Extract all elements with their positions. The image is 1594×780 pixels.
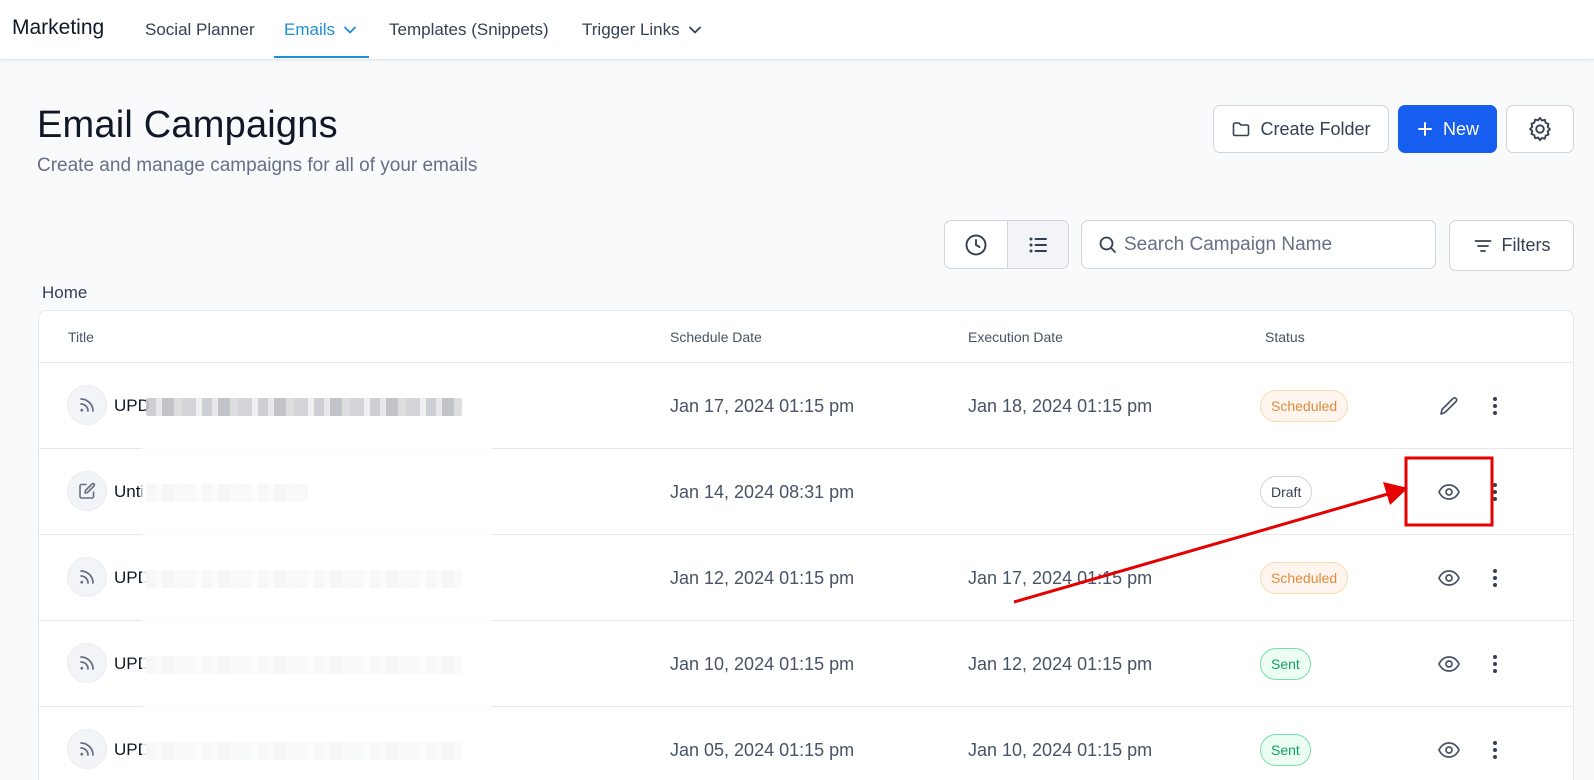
page-subtitle: Create and manage campaigns for all of y… xyxy=(37,155,478,176)
campaign-title[interactable]: UPD xyxy=(114,740,150,760)
active-tab-indicator xyxy=(274,56,369,58)
campaign-table: Title Schedule Date Execution Date Statu… xyxy=(38,310,1574,780)
campaign-title[interactable]: UPD xyxy=(114,396,150,416)
search-icon xyxy=(1099,236,1116,253)
rss-icon xyxy=(67,643,107,683)
plus-icon xyxy=(1417,122,1432,136)
status-badge: Sent xyxy=(1260,648,1311,680)
more-options-button[interactable] xyxy=(1479,390,1511,422)
kebab-icon xyxy=(1493,397,1497,415)
status-badge: Scheduled xyxy=(1260,390,1349,422)
timeline-view-button[interactable] xyxy=(945,221,1007,268)
view-button[interactable] xyxy=(1433,476,1465,508)
campaign-title[interactable]: UPD xyxy=(114,654,150,674)
kebab-icon xyxy=(1493,483,1497,501)
execution-date: Jan 10, 2024 01:15 pm xyxy=(968,740,1153,760)
column-title[interactable]: Title xyxy=(68,329,94,345)
list-view-button[interactable] xyxy=(1006,221,1068,268)
create-folder-label: Create Folder xyxy=(1260,118,1371,139)
schedule-date: Jan 10, 2024 01:15 pm xyxy=(670,654,855,674)
execution-date: Jan 12, 2024 01:15 pm xyxy=(968,654,1153,674)
status-badge: Scheduled xyxy=(1260,562,1349,594)
nav-label: Templates (Snippets) xyxy=(389,20,549,39)
more-options-button[interactable] xyxy=(1479,648,1511,680)
eye-icon xyxy=(1438,656,1460,672)
filters-label: Filters xyxy=(1501,235,1551,255)
redacted-title xyxy=(146,742,462,760)
kebab-icon xyxy=(1493,741,1497,759)
status-badge: Draft xyxy=(1260,476,1313,508)
list-icon xyxy=(1029,237,1047,252)
clock-icon xyxy=(965,234,987,255)
breadcrumb[interactable]: Home xyxy=(42,283,87,303)
schedule-date: Jan 12, 2024 01:15 pm xyxy=(670,568,855,588)
kebab-icon xyxy=(1493,655,1497,673)
create-folder-button[interactable]: Create Folder xyxy=(1213,105,1389,153)
redacted-title xyxy=(146,398,462,416)
table-row[interactable]: UPD Jan 12, 2024 01:15 pm Jan 17, 2024 0… xyxy=(39,535,1573,621)
search-box xyxy=(1081,220,1436,269)
top-nav: Marketing Social Planner Emails Template… xyxy=(0,0,1594,60)
column-schedule-date[interactable]: Schedule Date xyxy=(670,329,762,345)
nav-label: Social Planner xyxy=(145,20,255,39)
schedule-date: Jan 05, 2024 01:15 pm xyxy=(670,740,855,760)
status-badge: Sent xyxy=(1260,734,1311,766)
nav-label: Emails xyxy=(284,20,336,39)
table-row[interactable]: Unti Jan 14, 2024 08:31 pm Draft xyxy=(39,449,1573,535)
edit-button[interactable] xyxy=(1433,390,1465,422)
filters-button[interactable]: Filters xyxy=(1449,220,1574,271)
redacted-title xyxy=(146,656,462,674)
nav-emails[interactable]: Emails xyxy=(284,20,357,40)
eye-icon xyxy=(1438,484,1460,500)
view-button[interactable] xyxy=(1433,648,1465,680)
nav-trigger-links[interactable]: Trigger Links xyxy=(582,20,702,40)
campaign-title[interactable]: UPD xyxy=(114,568,150,588)
rss-icon xyxy=(67,557,107,597)
column-execution-date[interactable]: Execution Date xyxy=(968,329,1063,345)
eye-icon xyxy=(1438,742,1460,758)
eye-icon xyxy=(1438,570,1460,586)
schedule-date: Jan 17, 2024 01:15 pm xyxy=(670,396,855,416)
redacted-title xyxy=(146,570,462,588)
nav-templates[interactable]: Templates (Snippets) xyxy=(389,20,549,40)
redacted-title xyxy=(146,484,308,502)
rss-icon xyxy=(67,385,107,425)
edit-icon xyxy=(67,471,107,511)
campaign-title[interactable]: Unti xyxy=(114,482,144,502)
filter-icon xyxy=(1474,239,1491,252)
new-button[interactable]: New xyxy=(1398,105,1497,153)
pencil-icon xyxy=(1440,396,1458,415)
chevron-down-icon xyxy=(688,26,701,34)
chevron-down-icon xyxy=(344,26,356,34)
view-button[interactable] xyxy=(1433,734,1465,766)
more-options-button[interactable] xyxy=(1479,562,1511,594)
kebab-icon xyxy=(1493,569,1497,587)
execution-date: Jan 18, 2024 01:15 pm xyxy=(968,396,1153,416)
search-input[interactable] xyxy=(1124,233,1424,256)
table-row[interactable]: UPD Jan 10, 2024 01:15 pm Jan 12, 2024 0… xyxy=(39,621,1573,707)
rss-icon xyxy=(67,729,107,769)
view-button[interactable] xyxy=(1433,562,1465,594)
settings-button[interactable] xyxy=(1506,105,1574,153)
table-row[interactable]: UPD Jan 05, 2024 01:15 pm Jan 10, 2024 0… xyxy=(39,707,1573,780)
table-header: Title Schedule Date Execution Date Statu… xyxy=(39,311,1573,363)
more-options-button[interactable] xyxy=(1479,476,1511,508)
more-options-button[interactable] xyxy=(1479,734,1511,766)
schedule-date: Jan 14, 2024 08:31 pm xyxy=(670,482,855,502)
execution-date: Jan 17, 2024 01:15 pm xyxy=(968,568,1153,588)
folder-icon xyxy=(1233,122,1250,137)
nav-social-planner[interactable]: Social Planner xyxy=(145,20,255,40)
new-label: New xyxy=(1442,118,1479,139)
nav-label: Trigger Links xyxy=(582,20,680,39)
brand-title: Marketing xyxy=(12,16,105,39)
gear-icon xyxy=(1529,116,1551,142)
column-status[interactable]: Status xyxy=(1265,329,1305,345)
page-title: Email Campaigns xyxy=(37,104,338,146)
table-row[interactable]: UPD Jan 17, 2024 01:15 pm Jan 18, 2024 0… xyxy=(39,363,1573,449)
view-toggle xyxy=(944,220,1069,269)
